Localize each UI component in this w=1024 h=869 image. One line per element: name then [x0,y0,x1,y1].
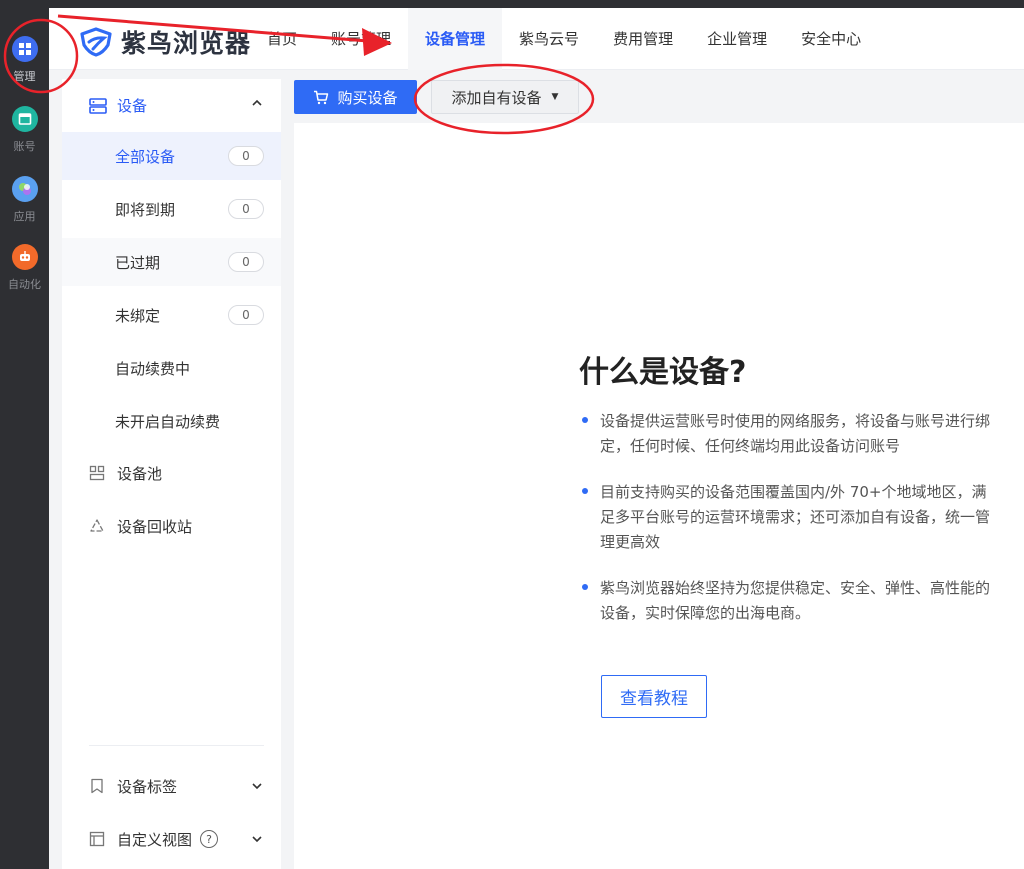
brand-name: 紫鸟浏览器 [121,29,252,58]
rail-label-accounts: 账号 [13,140,36,153]
sidebar-divider [89,745,264,746]
sidebar-item-label: 自定义视图 [117,830,193,849]
sidebar-item-label: 即将到期 [115,200,176,219]
help-icon[interactable]: ? [200,830,219,848]
sidebar-item-label: 自动续费中 [115,359,191,378]
shield-logo-icon [80,27,112,57]
sidebar-item-expiring-soon[interactable]: 即将到期 0 [62,185,281,233]
count-badge: 0 [228,199,264,219]
buy-device-label: 购买设备 [337,88,398,107]
caret-down-icon: ▼ [551,92,559,102]
add-own-device-label: 添加自有设备 [451,88,542,107]
window-top-strip [0,0,1024,8]
rail-item-apps[interactable]: 应用 [0,176,49,232]
intro-bullets: 设备提供运营账号时使用的网络服务，将设备与账号进行绑定，任何时候、任何终端均用此… [580,409,1000,647]
main-content: 什么是设备? 设备提供运营账号时使用的网络服务，将设备与账号进行绑定，任何时候、… [294,123,1024,869]
nav-billing[interactable]: 费用管理 [596,8,690,70]
sidebar-group-devices[interactable]: 设备 [62,79,281,132]
chevron-down-icon [252,836,262,843]
intro-bullet: 目前支持购买的设备范围覆盖国内/外 70+个地域地区，满足多平台账号的运营环境需… [580,480,1000,555]
chevron-down-icon [252,783,262,790]
main-nav: 首页 账号管理 设备管理 紫鸟云号 费用管理 企业管理 安全中心 [250,8,878,70]
sidebar-item-custom-view[interactable]: 自定义视图 ? [62,815,281,863]
sidebar-item-all-devices[interactable]: 全部设备 0 [62,132,281,180]
sidebar-item-unbound[interactable]: 未绑定 0 [62,291,281,339]
nav-enterprise[interactable]: 企业管理 [690,8,784,70]
rail-label-apps: 应用 [13,210,36,223]
count-badge: 0 [228,146,264,166]
device-toolbar: 购买设备 添加自有设备 ▼ [281,70,1024,122]
view-tutorial-button[interactable]: 查看教程 [601,675,707,718]
cart-icon [314,90,329,104]
sidebar-item-label: 设备标签 [117,777,178,796]
rail-item-manage[interactable]: 管理 [0,36,49,92]
sidebar-item-label: 全部设备 [115,147,176,166]
intro-bullet: 设备提供运营账号时使用的网络服务，将设备与账号进行绑定，任何时候、任何终端均用此… [580,409,1000,459]
top-header: 紫鸟浏览器 首页 账号管理 设备管理 紫鸟云号 费用管理 企业管理 安全中心 [49,8,1024,70]
sidebar-item-label: 已过期 [115,253,161,272]
count-badge: 0 [228,252,264,272]
apps-icon [11,176,38,202]
sidebar-item-device-pool[interactable]: 设备池 [62,449,281,497]
nav-device-management[interactable]: 设备管理 [408,8,503,70]
intro-title: 什么是设备? [579,355,747,390]
chevron-up-icon [252,99,262,106]
buy-device-button[interactable]: 购买设备 [294,80,417,114]
rail-item-automation[interactable]: 自动化 [0,244,49,300]
intro-bullet: 紫鸟浏览器始终坚持为您提供稳定、安全、弹性、高性能的设备，实时保障您的出海电商。 [580,576,1000,626]
nav-home[interactable]: 首页 [250,8,314,70]
sidebar-item-recycle-bin[interactable]: 设备回收站 [62,502,281,550]
rail-label-automation: 自动化 [8,278,41,291]
recycle-icon [90,519,104,532]
sidebar-item-label: 设备池 [117,464,163,483]
add-own-device-dropdown[interactable]: 添加自有设备 ▼ [431,80,579,114]
robot-icon [11,244,38,270]
device-sidebar: 设备 全部设备 0 即将到期 0 已过期 0 未绑定 0 自动续费中 未开启自动… [62,79,281,869]
nav-cloud-account[interactable]: 紫鸟云号 [502,8,596,70]
sidebar-item-auto-renew-on[interactable]: 自动续费中 [62,344,281,392]
layout-icon [89,831,105,847]
pool-icon [89,465,105,481]
server-icon [89,97,107,114]
rail-label-manage: 管理 [13,70,36,83]
nav-security[interactable]: 安全中心 [784,8,878,70]
sidebar-item-label: 未绑定 [115,306,161,325]
grid-icon [11,36,38,62]
brand-logo[interactable]: 紫鸟浏览器 [79,24,251,60]
nav-account-management[interactable]: 账号管理 [314,8,408,70]
bookmark-icon [91,778,103,794]
rail-item-accounts[interactable]: 账号 [0,106,49,162]
sidebar-group-label: 设备 [117,97,148,115]
sidebar-item-auto-renew-off[interactable]: 未开启自动续费 [62,397,281,445]
window-icon [11,106,38,132]
left-rail: 管理 账号 应用 自动化 [0,8,49,869]
sidebar-item-label: 设备回收站 [117,517,193,536]
sidebar-item-device-tags[interactable]: 设备标签 [62,762,281,810]
count-badge: 0 [228,305,264,325]
sidebar-item-expired[interactable]: 已过期 0 [62,238,281,286]
sidebar-item-label: 未开启自动续费 [115,412,221,431]
